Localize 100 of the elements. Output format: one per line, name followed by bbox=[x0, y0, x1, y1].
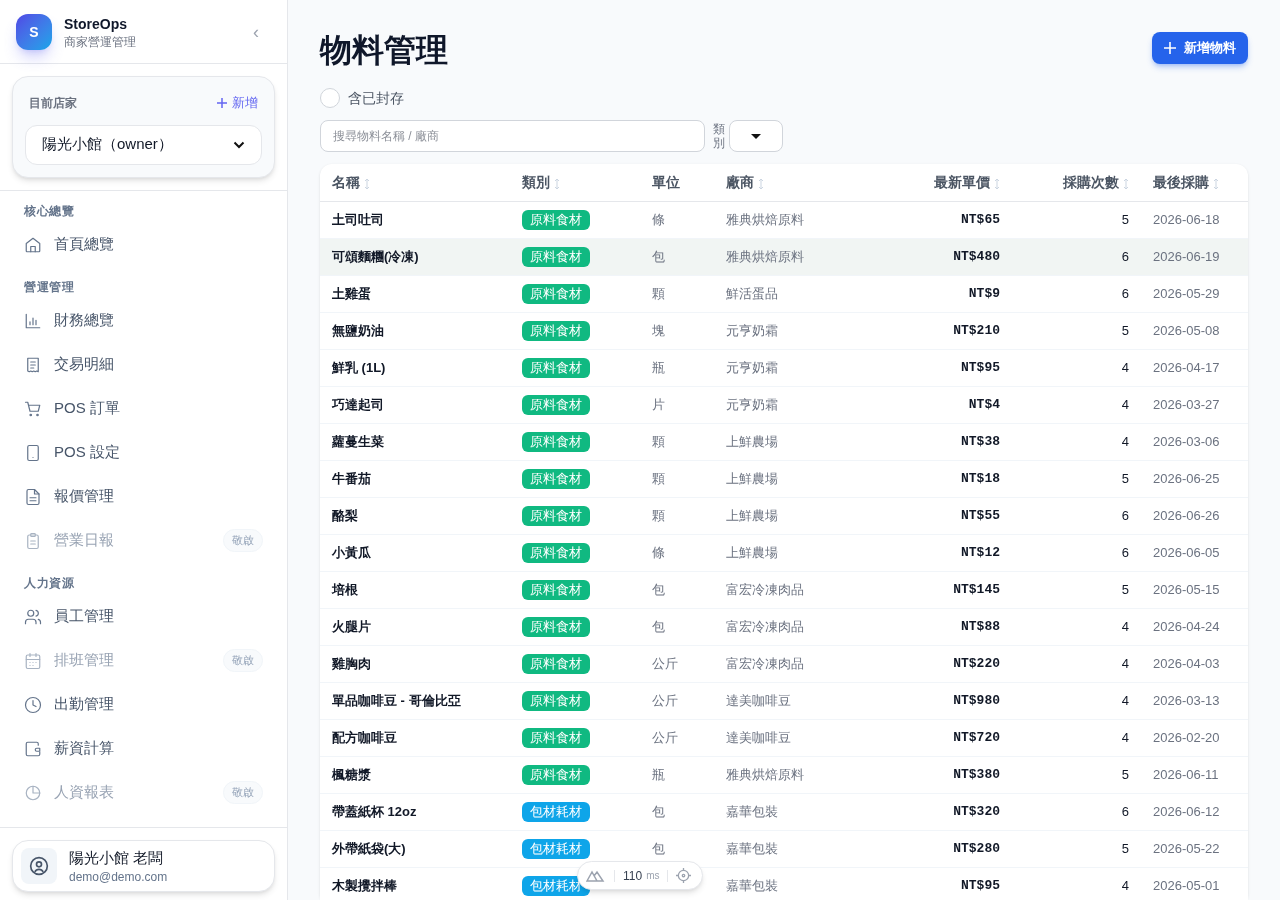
nav-item[interactable]: 報價管理 bbox=[12, 474, 275, 519]
price-cell: NT$18 bbox=[876, 460, 1000, 498]
vendor-cell: 雅典烘焙原料 bbox=[726, 201, 876, 239]
unit-cell: 包 bbox=[652, 830, 726, 868]
price-cell: NT$720 bbox=[876, 719, 1000, 757]
price-cell: NT$65 bbox=[876, 201, 1000, 239]
sort-icon[interactable] bbox=[1123, 177, 1129, 189]
last-purchase-date: 2026-04-03 bbox=[1129, 645, 1248, 683]
nav-item[interactable]: 員工管理 bbox=[12, 594, 275, 639]
last-purchase-date: 2026-06-19 bbox=[1129, 238, 1248, 276]
category-badge: 原料食材 bbox=[522, 358, 590, 378]
column-header[interactable]: 廠商 bbox=[726, 164, 876, 202]
search-field[interactable]: 搜尋物料名稱 / 廠商 bbox=[320, 120, 705, 152]
nav-item[interactable]: 出勤管理 bbox=[12, 682, 275, 727]
sort-icon[interactable] bbox=[1213, 177, 1219, 189]
sort-icon[interactable] bbox=[364, 177, 370, 189]
unit-cell: 包 bbox=[652, 608, 726, 646]
sort-icon[interactable] bbox=[554, 177, 560, 189]
unit-cell: 顆 bbox=[652, 497, 726, 535]
nav-item[interactable]: POS 訂單 bbox=[12, 386, 275, 431]
tablet-icon bbox=[24, 443, 42, 462]
mountain-icon bbox=[586, 869, 606, 882]
vendor-cell: 上鮮農場 bbox=[726, 497, 876, 535]
cart-icon bbox=[24, 399, 42, 418]
purchase-count-cell: 5 bbox=[1000, 201, 1129, 239]
category-badge: 包材耗材 bbox=[522, 876, 590, 896]
category-badge: 原料食材 bbox=[522, 580, 590, 600]
material-name: 鮮乳 (1L) bbox=[320, 349, 522, 387]
document-icon bbox=[24, 487, 42, 506]
category-badge: 原料食材 bbox=[522, 543, 590, 563]
unit-cell: 條 bbox=[652, 201, 726, 239]
sort-icon[interactable] bbox=[994, 177, 1000, 189]
vendor-cell: 達美咖啡豆 bbox=[726, 719, 876, 757]
home-icon bbox=[24, 235, 42, 254]
last-purchase-date: 2026-02-20 bbox=[1129, 719, 1248, 757]
category-badge: 原料食材 bbox=[522, 469, 590, 489]
pie-chart-icon bbox=[24, 783, 42, 802]
material-name: 雞胸肉 bbox=[320, 645, 522, 683]
price-cell: NT$38 bbox=[876, 423, 1000, 461]
last-purchase-date: 2026-06-12 bbox=[1129, 793, 1248, 831]
column-header[interactable]: 最新單價 bbox=[876, 164, 1000, 202]
user-email: demo@demo.com bbox=[69, 869, 168, 885]
column-header[interactable]: 類別 bbox=[522, 164, 652, 202]
purchase-count-cell: 6 bbox=[1000, 238, 1129, 276]
material-name: 無鹽奶油 bbox=[320, 312, 522, 350]
purchase-count-cell: 5 bbox=[1000, 756, 1129, 794]
vendor-cell: 上鮮農場 bbox=[726, 423, 876, 461]
category-badge: 原料食材 bbox=[522, 617, 590, 637]
material-name: 木製攪拌棒 bbox=[320, 867, 522, 900]
unit-cell: 包 bbox=[652, 238, 726, 276]
caret-down-icon bbox=[751, 133, 761, 139]
material-name: 牛番茄 bbox=[320, 460, 522, 498]
purchase-count-cell: 6 bbox=[1000, 534, 1129, 572]
unit-cell: 顆 bbox=[652, 460, 726, 498]
latency-unit: ms bbox=[646, 869, 660, 883]
category-badge: 原料食材 bbox=[522, 321, 590, 341]
price-cell: NT$55 bbox=[876, 497, 1000, 535]
store-select[interactable]: 陽光小館（owner） bbox=[25, 124, 262, 165]
last-purchase-date: 2026-05-29 bbox=[1129, 275, 1248, 313]
crosshair-icon[interactable] bbox=[676, 868, 692, 883]
add-store-button[interactable]: 新增 bbox=[216, 93, 258, 113]
clock-icon bbox=[24, 695, 42, 714]
vendor-cell: 嘉華包裝 bbox=[726, 867, 876, 900]
nav-section-title: 營運管理 bbox=[23, 278, 76, 295]
sort-icon[interactable] bbox=[758, 177, 764, 189]
purchase-count-cell: 4 bbox=[1000, 867, 1129, 900]
unit-cell: 瓶 bbox=[652, 756, 726, 794]
unit-cell: 片 bbox=[652, 386, 726, 424]
price-cell: NT$320 bbox=[876, 793, 1000, 831]
column-header[interactable]: 最後採購 bbox=[1129, 164, 1248, 202]
calendar-icon bbox=[24, 651, 42, 670]
nav-item[interactable]: POS 設定 bbox=[12, 430, 275, 475]
material-name: 楓糖漿 bbox=[320, 756, 522, 794]
user-card[interactable]: 陽光小館 老闆 demo@demo.com bbox=[12, 839, 275, 892]
last-purchase-date: 2026-06-05 bbox=[1129, 534, 1248, 572]
vendor-cell: 富宏冷凍肉品 bbox=[726, 571, 876, 609]
price-cell: NT$95 bbox=[876, 349, 1000, 387]
column-header[interactable]: 採購次數 bbox=[1000, 164, 1129, 202]
column-header[interactable]: 名稱 bbox=[320, 164, 522, 202]
nav-section-title: 核心總覽 bbox=[23, 202, 76, 219]
vendor-cell: 富宏冷凍肉品 bbox=[726, 608, 876, 646]
nav-item[interactable]: 財務總覽 bbox=[12, 298, 275, 343]
last-purchase-date: 2026-05-01 bbox=[1129, 867, 1248, 900]
material-name: 火腿片 bbox=[320, 608, 522, 646]
price-cell: NT$95 bbox=[876, 867, 1000, 900]
receipt-icon bbox=[24, 355, 42, 374]
user-avatar bbox=[21, 847, 57, 884]
category-badge: 原料食材 bbox=[522, 506, 590, 526]
wallet-icon bbox=[24, 739, 42, 758]
vendor-cell: 雅典烘焙原料 bbox=[726, 238, 876, 276]
nav-item[interactable]: 交易明細 bbox=[12, 342, 275, 387]
latency-value: 110 bbox=[623, 867, 643, 884]
category-badge: 原料食材 bbox=[522, 691, 590, 711]
archived-checkbox[interactable] bbox=[320, 88, 340, 108]
nav-item[interactable]: 薪資計算 bbox=[12, 726, 275, 771]
nav-item[interactable]: 首頁總覽 bbox=[12, 222, 275, 267]
last-purchase-date: 2026-04-17 bbox=[1129, 349, 1248, 387]
add-material-button[interactable]: 新增物料 bbox=[1152, 32, 1248, 64]
material-name: 單品咖啡豆 - 哥倫比亞 bbox=[320, 682, 522, 720]
category-select[interactable] bbox=[729, 120, 783, 152]
